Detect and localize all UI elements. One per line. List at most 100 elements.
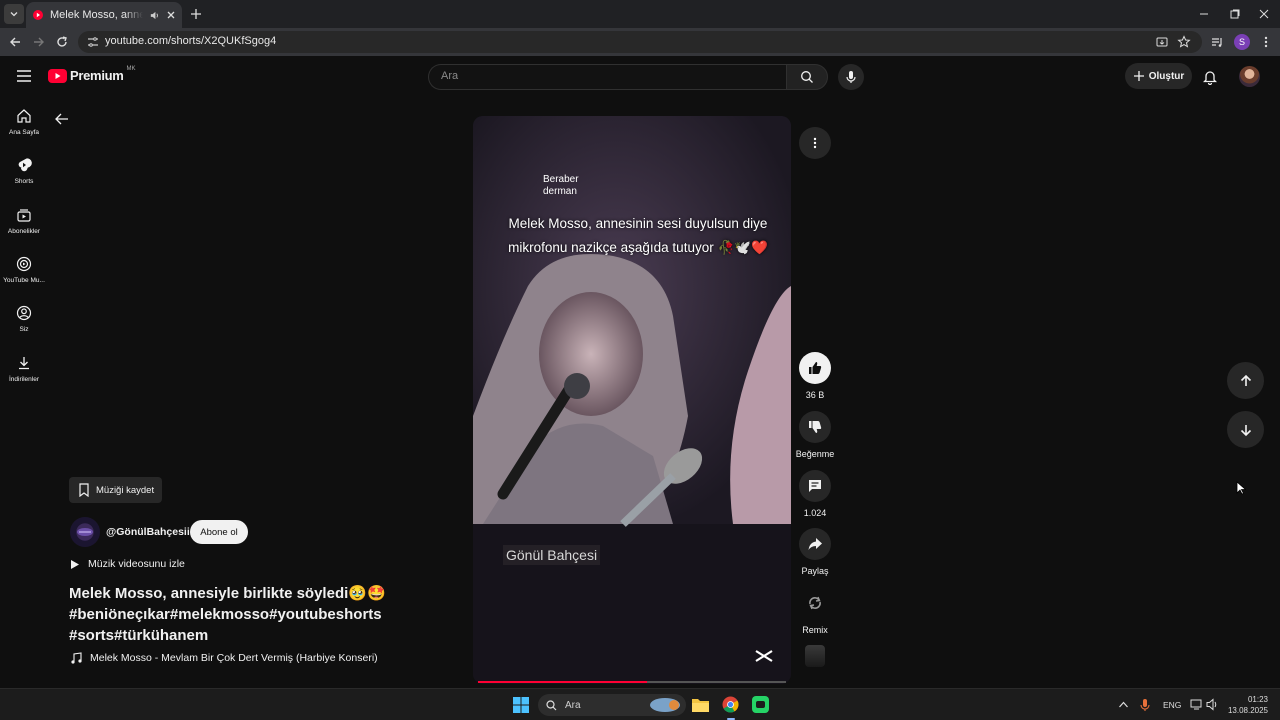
whatsapp-app-icon[interactable] xyxy=(752,696,769,713)
subscriptions-icon xyxy=(17,209,31,222)
sidebar-item-label: Ana Sayfa xyxy=(9,129,39,136)
sidebar-item-shorts[interactable]: Shorts xyxy=(0,157,48,185)
youtube-music-icon xyxy=(16,256,32,272)
taskbar-clock[interactable]: 01:23 13.08.2025 xyxy=(1226,694,1268,716)
sidebar-item-label: YouTube Mu... xyxy=(3,277,45,284)
video-overlay-text: Beraber derman xyxy=(543,174,579,198)
music-track-link[interactable]: Melek Mosso - Mevlam Bir Çok Dert Vermiş… xyxy=(70,652,378,664)
voice-search-button[interactable] xyxy=(838,64,864,90)
channel-avatar[interactable] xyxy=(70,517,100,547)
sidebar-item-home[interactable]: Ana Sayfa xyxy=(0,108,48,136)
browser-tab-active[interactable]: Melek Mosso, annesiyle birlikte söyledi xyxy=(26,2,182,28)
video-progress-fill xyxy=(478,681,648,683)
video-title: Melek Mosso, annesiyle birlikte söyledi🥹… xyxy=(69,585,386,644)
logo-text: Premium xyxy=(70,68,124,83)
watch-video-label: Müzik videosunu izle xyxy=(88,558,185,570)
more-options-button[interactable] xyxy=(799,127,831,159)
speaker-icon[interactable] xyxy=(149,10,160,21)
back-arrow-icon[interactable] xyxy=(54,112,69,126)
create-button[interactable]: Oluştur xyxy=(1125,63,1192,89)
site-info-icon[interactable] xyxy=(87,36,99,48)
save-music-button[interactable]: Müziği kaydet xyxy=(69,477,162,503)
install-app-icon[interactable] xyxy=(1155,35,1169,49)
notifications-bell-icon[interactable] xyxy=(1203,69,1217,85)
music-note-icon xyxy=(71,652,82,664)
reload-icon[interactable] xyxy=(55,35,69,49)
previous-short-button[interactable] xyxy=(1227,362,1264,399)
bookmark-icon xyxy=(79,483,89,497)
remix-circle xyxy=(799,587,831,619)
logo-country-badge: MK xyxy=(126,65,136,72)
tab-search-button[interactable] xyxy=(4,4,24,24)
video-frame-image xyxy=(473,116,791,684)
channel-name[interactable]: @GönülBahçesii xyxy=(106,526,190,538)
kebab-menu-icon[interactable] xyxy=(1260,35,1272,49)
url-text: youtube.com/shorts/X2QUKfSgog4 xyxy=(105,35,277,47)
create-label: Oluştur xyxy=(1148,70,1185,82)
restore-icon[interactable] xyxy=(1226,6,1242,22)
dislike-label: Beğenme xyxy=(795,449,835,459)
share-button[interactable]: Paylaş xyxy=(795,528,835,576)
save-music-label: Müziği kaydet xyxy=(96,484,155,496)
sidebar-item-subscriptions[interactable]: Abonelikler xyxy=(0,207,48,235)
watch-music-video-button[interactable]: Müzik videosunu izle xyxy=(70,558,185,570)
like-button[interactable]: 36 B xyxy=(795,352,835,400)
home-icon xyxy=(17,109,31,123)
file-explorer-icon[interactable] xyxy=(692,697,709,712)
microphone-in-use-icon xyxy=(1140,699,1150,711)
user-avatar[interactable] xyxy=(1239,66,1260,87)
volume-icon[interactable] xyxy=(1206,698,1218,711)
media-control-icon[interactable] xyxy=(1210,35,1224,49)
close-tab-icon[interactable] xyxy=(166,10,176,20)
new-tab-icon[interactable] xyxy=(188,6,204,22)
share-circle xyxy=(799,528,831,560)
thumbs-down-icon xyxy=(809,421,822,433)
windows-start-icon[interactable] xyxy=(513,697,529,713)
taskbar-search[interactable]: Ara xyxy=(538,694,686,716)
input-language[interactable]: ENG xyxy=(1163,700,1181,710)
search-highlight-icon xyxy=(650,698,680,712)
shorts-icon xyxy=(18,158,32,172)
overlay-line: derman xyxy=(543,186,577,197)
sidebar-item-label: Abonelikler xyxy=(7,228,41,235)
sidebar-item-downloads[interactable]: İndirilenler xyxy=(0,355,48,383)
comment-icon xyxy=(809,480,821,492)
play-icon xyxy=(71,559,79,569)
minimize-icon[interactable] xyxy=(1196,6,1212,22)
share-label: Paylaş xyxy=(801,566,829,576)
tab-title: Melek Mosso, annesiyle birlikte söyledi xyxy=(50,9,143,21)
sidebar-item-label: Siz xyxy=(19,326,29,333)
sound-thumbnail[interactable] xyxy=(805,645,825,667)
back-icon[interactable] xyxy=(8,35,22,49)
plus-icon xyxy=(1133,71,1144,81)
youtube-premium-logo[interactable]: Premium MK xyxy=(48,65,136,83)
hamburger-menu-icon[interactable] xyxy=(16,69,32,83)
chrome-icon[interactable] xyxy=(722,696,739,713)
capcut-logo-icon xyxy=(755,650,773,662)
sidebar-item-youtube-music[interactable]: YouTube Mu... xyxy=(0,256,48,284)
forward-icon[interactable] xyxy=(32,35,46,49)
profile-avatar[interactable]: S xyxy=(1234,34,1250,50)
search-icon xyxy=(546,699,557,710)
like-count: 36 B xyxy=(805,390,825,400)
subscribe-button[interactable]: Abone ol xyxy=(190,520,248,544)
caption-line: Melek Mosso, annesinin sesi duyulsun diy… xyxy=(508,216,768,231)
next-short-button[interactable] xyxy=(1227,411,1264,448)
network-icon[interactable] xyxy=(1190,698,1204,711)
youtube-favicon-icon xyxy=(33,10,43,20)
dislike-button[interactable]: Beğenme xyxy=(795,411,835,459)
search-button[interactable] xyxy=(786,64,828,90)
sidebar-item-you[interactable]: Siz xyxy=(0,305,48,333)
remix-button[interactable]: Remix xyxy=(795,587,835,635)
close-window-icon[interactable] xyxy=(1256,6,1272,22)
comments-circle xyxy=(799,470,831,502)
short-video-player[interactable]: Beraber derman Melek Mosso, annesinin se… xyxy=(473,116,791,684)
browser-toolbar: youtube.com/shorts/X2QUKfSgog4 S xyxy=(0,28,1280,56)
system-tray-chevron-icon[interactable] xyxy=(1118,700,1129,709)
search-input[interactable] xyxy=(441,70,771,82)
address-bar[interactable]: youtube.com/shorts/X2QUKfSgog4 xyxy=(78,31,1202,53)
video-progress-bar[interactable] xyxy=(478,681,786,683)
arrow-up-icon xyxy=(1240,374,1251,386)
comments-button[interactable]: 1.024 xyxy=(795,470,835,518)
bookmark-star-icon[interactable] xyxy=(1177,35,1191,49)
